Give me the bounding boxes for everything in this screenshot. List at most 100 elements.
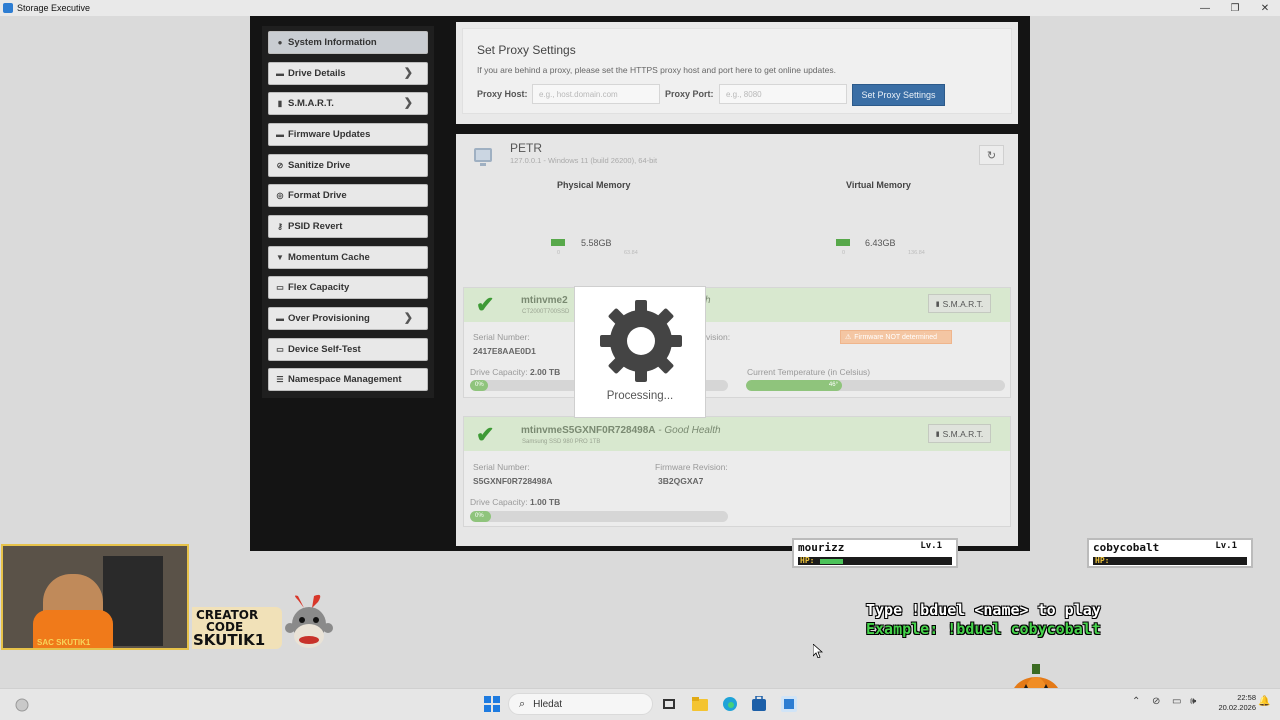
hp-bar-fill	[820, 559, 843, 564]
drive-icon: ▬	[276, 314, 284, 323]
capacity-label-text: Drive Capacity:	[470, 497, 528, 507]
monitor-icon	[474, 148, 492, 166]
clock-time: 22:58	[1237, 693, 1256, 702]
physical-memory-label: Physical Memory	[557, 180, 631, 190]
firmware-label: vision:	[706, 332, 731, 342]
computer-name: PETR	[510, 141, 543, 155]
task-view-icon[interactable]	[662, 697, 676, 711]
notification-bell-icon[interactable]: 🔔	[1258, 696, 1270, 707]
physical-memory-bar	[551, 239, 565, 246]
hp-bar	[1093, 557, 1247, 565]
gear-icon	[600, 300, 682, 382]
refresh-button[interactable]: ↻	[979, 145, 1004, 165]
drive-icon: ▬	[276, 69, 284, 78]
proxy-host-input[interactable]: e.g., host.domain.com	[532, 84, 660, 104]
minimize-button[interactable]: —	[1190, 0, 1220, 16]
drive-model: CT2000T700SSD	[522, 309, 570, 315]
proxy-host-label: Proxy Host:	[477, 89, 528, 99]
computer-subtitle: 127.0.0.1 - Windows 11 (build 26200), 64…	[510, 156, 658, 165]
capacity-bar: 0%	[470, 511, 728, 522]
sidebar-item-label: Namespace Management	[288, 374, 402, 385]
taskbar-search[interactable]: ⌕ Hledat	[508, 693, 653, 715]
smart-button-label: S.M.A.R.T.	[942, 428, 984, 439]
sidebar-item-label: Format Drive	[288, 190, 347, 201]
processing-text: Processing...	[606, 390, 674, 402]
tray-chevron-icon[interactable]: ⌃	[1132, 696, 1140, 707]
webcam-overlay: SAC SKUTIK1	[1, 544, 189, 650]
sidebar-item-momentum-cache[interactable]: ▼ Momentum Cache	[268, 246, 428, 269]
volume-icon[interactable]: 🕪	[1190, 696, 1196, 707]
filter-icon: ▼	[276, 253, 284, 262]
sidebar-item-format-drive[interactable]: ◎ Format Drive	[268, 184, 428, 207]
sidebar-item-over-provisioning[interactable]: ▬ Over Provisioning ❯	[268, 307, 428, 330]
capacity-bar-fill: 0%	[470, 380, 488, 391]
smart-button[interactable]: ▮ S.M.A.R.T.	[928, 424, 991, 443]
player-level: Lv.1	[920, 541, 942, 551]
player-name: mourizz	[798, 541, 845, 554]
sidebar-item-system-information[interactable]: ● System Information	[268, 31, 428, 54]
store-icon[interactable]	[751, 696, 767, 712]
player-level: Lv.1	[1215, 541, 1237, 551]
sidebar-item-firmware-updates[interactable]: ▬ Firmware Updates	[268, 123, 428, 146]
sidebar-item-smart[interactable]: ▮ S.M.A.R.T. ❯	[268, 92, 428, 115]
sidebar-item-label: Device Self-Test	[288, 344, 361, 355]
clock-date: 20.02.2026	[1218, 703, 1256, 712]
sidebar-item-label: Firmware Updates	[288, 129, 371, 140]
widgets-icon[interactable]	[14, 697, 30, 713]
drive-model: Samsung SSD 980 PRO 1TB	[522, 439, 601, 445]
set-proxy-button[interactable]: Set Proxy Settings	[852, 84, 945, 106]
mouse-cursor-icon	[813, 644, 823, 658]
player-name: cobycobalt	[1093, 541, 1160, 554]
virtual-memory-min: 0	[842, 250, 846, 256]
block-icon: ⊘	[276, 161, 284, 170]
sidebar-item-flex-capacity[interactable]: ▭ Flex Capacity	[268, 276, 428, 299]
temperature-bar: 46°	[746, 380, 1005, 391]
check-icon: ✔	[476, 422, 495, 447]
app-icon	[3, 3, 13, 13]
search-icon: ⌕	[519, 697, 526, 710]
sidebar-item-label: Over Provisioning	[288, 313, 370, 324]
sidebar-item-device-self-test[interactable]: ▭ Device Self-Test	[268, 338, 428, 361]
player-card: cobycobalt Lv.1 HP:	[1087, 538, 1253, 568]
webcam-caption: SAC SKUTIK1	[37, 638, 91, 647]
proxy-port-label: Proxy Port:	[665, 89, 714, 99]
list-icon: ☰	[276, 375, 284, 384]
close-button[interactable]: ✕	[1250, 0, 1280, 16]
drive-name-text: mtinvmeS5GXNF0R728498A	[521, 425, 656, 436]
sidebar-item-psid-revert[interactable]: ⚷ PSID Revert	[268, 215, 428, 238]
taskbar-clock[interactable]: 22:58 20.02.2026	[1210, 693, 1256, 713]
drive-icon: ▬	[276, 130, 284, 139]
hp-label: HP:	[1095, 556, 1110, 565]
windows-start-icon[interactable]	[484, 696, 500, 712]
physical-memory-min: 0	[557, 250, 561, 256]
sidebar-item-namespace-management[interactable]: ☰ Namespace Management	[268, 368, 428, 391]
virtual-memory-label: Virtual Memory	[846, 180, 911, 190]
window-title: Storage Executive	[17, 3, 91, 13]
smart-button[interactable]: ▮ S.M.A.R.T.	[928, 294, 991, 313]
restore-button[interactable]: ❐	[1220, 0, 1250, 16]
battery-icon[interactable]: ▭	[1172, 696, 1181, 707]
check-icon: ✔	[476, 292, 495, 317]
storage-executive-taskbar-icon[interactable]	[781, 696, 797, 712]
smart-button-label: S.M.A.R.T.	[942, 298, 984, 309]
sidebar-item-label: Flex Capacity	[288, 282, 350, 293]
duel-instruction: Type !bduel <name> to play	[866, 601, 1101, 619]
sidebar-item-label: S.M.A.R.T.	[288, 98, 334, 109]
sidebar-item-drive-details[interactable]: ▬ Drive Details ❯	[268, 62, 428, 85]
file-explorer-icon[interactable]	[692, 697, 708, 711]
drive-name: mtinvme2	[521, 295, 568, 306]
physical-memory-max: 63.84	[624, 250, 638, 256]
chevron-right-icon: ❯	[403, 67, 413, 79]
network-icon[interactable]: ⊘	[1152, 696, 1160, 707]
edge-browser-icon[interactable]	[722, 696, 738, 712]
capacity-value: 1.00 TB	[530, 497, 561, 507]
window-controls: — ❐ ✕	[1190, 0, 1280, 16]
sidebar-item-sanitize-drive[interactable]: ⊘ Sanitize Drive	[268, 154, 428, 177]
capacity-bar-fill: 0%	[470, 511, 491, 522]
warning-icon: ⚠	[845, 334, 852, 341]
player-card: mourizz Lv.1 HP:	[792, 538, 958, 568]
sidebar-item-label: System Information	[288, 37, 377, 48]
proxy-port-input[interactable]: e.g., 8080	[719, 84, 847, 104]
hp-label: HP:	[800, 556, 815, 565]
key-icon: ⚷	[277, 222, 283, 231]
